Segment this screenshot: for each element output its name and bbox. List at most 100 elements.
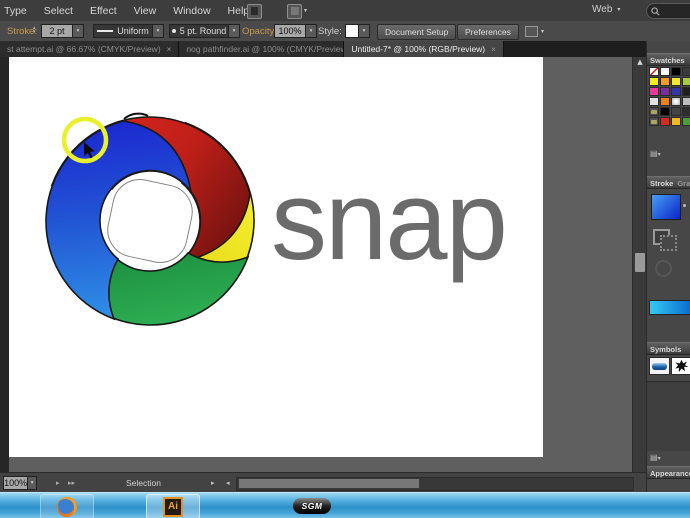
illustrator-icon: Ai — [163, 496, 183, 517]
swatch[interactable] — [660, 117, 670, 126]
document-setup-button[interactable]: Document Setup — [377, 24, 457, 40]
panel-options-icon[interactable] — [525, 26, 538, 37]
swatch[interactable] — [682, 77, 690, 86]
status-arrow-icon[interactable]: ▸ — [211, 479, 215, 487]
tab-attempt[interactable]: st attempt.ai @ 66.67% (CMYK/Preview) × — [0, 41, 180, 57]
swatches-panel-header[interactable]: Swatches — [647, 53, 690, 66]
control-bar: Stroke: ▴ ▾ 2 pt ▾ Uniform ▾ 5 pt. Round … — [0, 21, 690, 42]
search-input[interactable] — [646, 3, 690, 19]
gradient-fill-swatch[interactable] — [651, 194, 681, 220]
list-dot-icon — [683, 204, 686, 207]
swatch[interactable] — [682, 87, 690, 96]
swatch[interactable] — [682, 97, 690, 106]
stroke-gradient-panel-header[interactable]: Stroke Gradient — [647, 176, 690, 189]
vertical-scrollbar[interactable]: ▲ — [632, 57, 646, 472]
taskbar-sgm-button[interactable]: SGM — [276, 494, 348, 517]
swirl-logo-artwork[interactable] — [40, 111, 260, 331]
swatch[interactable] — [649, 97, 659, 106]
swatch[interactable] — [671, 77, 681, 86]
swatch-libraries-icon[interactable]: ▤▾ — [650, 149, 661, 158]
fill-stroke-indicator-icon[interactable] — [653, 229, 677, 251]
ink-splat-symbol[interactable] — [671, 357, 690, 375]
width-profile-field[interactable]: Uniform — [93, 24, 153, 38]
workspace-selector[interactable]: Web ▾ — [592, 4, 620, 15]
tab-stroke[interactable]: Stroke — [650, 177, 673, 188]
swatch[interactable] — [660, 107, 670, 116]
taskbar-firefox-button[interactable] — [40, 494, 94, 518]
width-profile-dropdown[interactable]: ▾ — [153, 24, 164, 38]
swatch[interactable] — [660, 77, 670, 86]
menu-help[interactable]: Help — [228, 5, 250, 17]
swatch[interactable] — [671, 107, 681, 116]
chevron-down-icon: ▾ — [617, 6, 621, 13]
tab-label: Untitled-7* @ 100% (RGB/Preview) — [351, 44, 486, 54]
swatch[interactable] — [671, 67, 681, 76]
first-artboard-icon[interactable]: ▸ — [56, 479, 60, 487]
next-artboard-icon[interactable]: ▸▸ — [68, 479, 75, 487]
swatch[interactable] — [660, 87, 670, 96]
menu-window[interactable]: Window — [173, 5, 210, 17]
tab-pathfinder[interactable]: nog pathfinder.ai @ 100% (CMYK/Preview) … — [179, 41, 345, 57]
opacity-field[interactable]: 100% — [274, 24, 306, 38]
blue-button-symbol[interactable] — [649, 357, 670, 375]
gradient-slider[interactable] — [649, 300, 690, 315]
menu-type[interactable]: Type — [4, 5, 27, 17]
arrange-documents-icon[interactable] — [247, 4, 262, 19]
stroke-stepper[interactable]: ▴ ▾ — [33, 26, 36, 35]
style-dropdown[interactable]: ▾ — [359, 24, 370, 38]
swatch[interactable] — [682, 67, 690, 76]
scrollbar-thumb[interactable] — [635, 253, 645, 272]
tab-gradient[interactable]: Gradient — [677, 177, 690, 188]
swatch[interactable] — [649, 87, 659, 96]
canvas-area[interactable]: snap ▲ — [0, 57, 646, 472]
swatch[interactable] — [671, 117, 681, 126]
logo-wordmark[interactable]: snap — [271, 165, 508, 277]
menu-view[interactable]: View — [134, 5, 157, 17]
swatch[interactable] — [649, 67, 659, 76]
panel-dock: Swatches ▤▾ Stroke Gradient Symbols ▤▾ A… — [646, 41, 690, 492]
stroke-weight-dropdown[interactable]: ▾ — [73, 24, 84, 38]
panel-body — [647, 381, 690, 451]
firefox-icon — [57, 496, 77, 517]
brush-dropdown[interactable]: ▾ — [229, 24, 240, 38]
style-swatch[interactable] — [345, 24, 359, 38]
search-icon — [651, 6, 660, 16]
swatch[interactable] — [649, 117, 659, 126]
stroke-weight-field[interactable]: 2 pt — [41, 24, 73, 38]
swatch[interactable] — [660, 97, 670, 106]
close-icon[interactable]: × — [491, 45, 496, 54]
swatch[interactable] — [671, 97, 681, 106]
document-tab-bar: st attempt.ai @ 66.67% (CMYK/Preview) × … — [0, 41, 690, 57]
uniform-stroke-icon — [97, 30, 114, 32]
horizontal-scrollbar[interactable] — [236, 477, 634, 491]
close-icon[interactable]: × — [167, 45, 172, 54]
scroll-left-icon[interactable]: ◂ — [226, 479, 230, 487]
tab-label: st attempt.ai @ 66.67% (CMYK/Preview) — [7, 44, 161, 54]
symbol-libraries-icon[interactable]: ▤▾ — [650, 453, 661, 462]
workspace-switcher-icon[interactable] — [287, 4, 302, 19]
tab-untitled-active[interactable]: Untitled-7* @ 100% (RGB/Preview) × — [344, 41, 504, 57]
preferences-button[interactable]: Preferences — [457, 24, 519, 40]
scroll-up-icon[interactable]: ▲ — [633, 58, 646, 66]
swatch[interactable] — [660, 67, 670, 76]
menu-bar: Type Select Effect View Window Help ▾ We… — [0, 0, 690, 22]
zoom-dropdown[interactable]: ▾ — [28, 476, 37, 490]
opacity-dropdown[interactable]: ▾ — [306, 24, 317, 38]
menu-select[interactable]: Select — [44, 5, 73, 17]
swatch-grid — [649, 67, 690, 126]
artboard[interactable]: snap — [9, 57, 543, 457]
scrollbar-thumb[interactable] — [239, 479, 419, 488]
symbols-panel-header[interactable]: Symbols — [647, 342, 690, 355]
taskbar-illustrator-button[interactable]: Ai — [146, 494, 200, 518]
menu-effect[interactable]: Effect — [90, 5, 117, 17]
swatch[interactable] — [682, 117, 690, 126]
brush-field[interactable]: 5 pt. Round — [169, 24, 229, 38]
swatch[interactable] — [682, 107, 690, 116]
appearance-panel-header[interactable]: Appearance — [647, 466, 690, 479]
swatch[interactable] — [649, 107, 659, 116]
swatch[interactable] — [649, 77, 659, 86]
swatch[interactable] — [671, 87, 681, 96]
zoom-level-field[interactable]: 100% — [3, 476, 29, 490]
workspace-label: Web — [592, 4, 613, 15]
reverse-gradient-icon[interactable] — [655, 260, 672, 277]
